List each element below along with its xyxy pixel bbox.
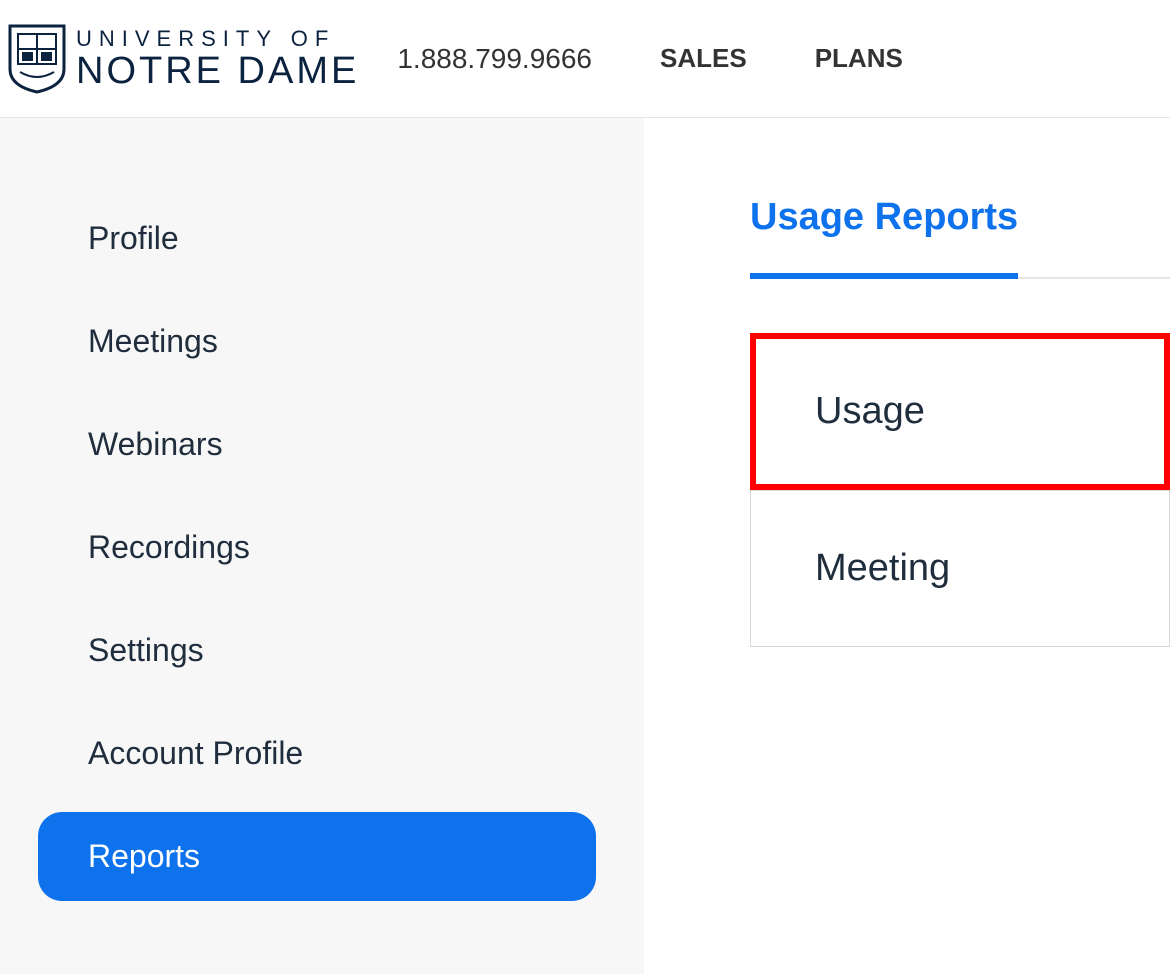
sidebar-item-settings[interactable]: Settings xyxy=(38,606,596,695)
logo-line1: UNIVERSITY OF xyxy=(76,28,359,50)
sidebar-item-recordings[interactable]: Recordings xyxy=(38,503,596,592)
nav-sales[interactable]: SALES xyxy=(660,43,747,74)
sidebar-item-webinars[interactable]: Webinars xyxy=(38,400,596,489)
report-card-usage[interactable]: Usage xyxy=(750,333,1170,490)
logo-text: UNIVERSITY OF NOTRE DAME xyxy=(76,28,359,90)
main-content: Usage Reports Usage Meeting xyxy=(644,118,1170,974)
tab-usage-reports[interactable]: Usage Reports xyxy=(750,196,1018,279)
sidebar: Profile Meetings Webinars Recordings Set… xyxy=(0,118,644,974)
header: UNIVERSITY OF NOTRE DAME 1.888.799.9666 … xyxy=(0,0,1170,118)
sidebar-item-meetings[interactable]: Meetings xyxy=(38,297,596,386)
logo-line2: NOTRE DAME xyxy=(76,52,359,90)
tab-header: Usage Reports xyxy=(750,196,1170,279)
sidebar-item-reports[interactable]: Reports xyxy=(38,812,596,901)
university-shield-icon xyxy=(8,24,66,94)
report-cards-container: Usage Meeting xyxy=(750,333,1170,647)
sidebar-item-profile[interactable]: Profile xyxy=(38,194,596,283)
phone-number[interactable]: 1.888.799.9666 xyxy=(397,43,592,75)
report-card-meeting[interactable]: Meeting xyxy=(750,490,1170,647)
nav-plans[interactable]: PLANS xyxy=(815,43,903,74)
sidebar-item-account-profile[interactable]: Account Profile xyxy=(38,709,596,798)
logo-container[interactable]: UNIVERSITY OF NOTRE DAME xyxy=(8,24,359,94)
content-wrapper: Profile Meetings Webinars Recordings Set… xyxy=(0,118,1170,974)
